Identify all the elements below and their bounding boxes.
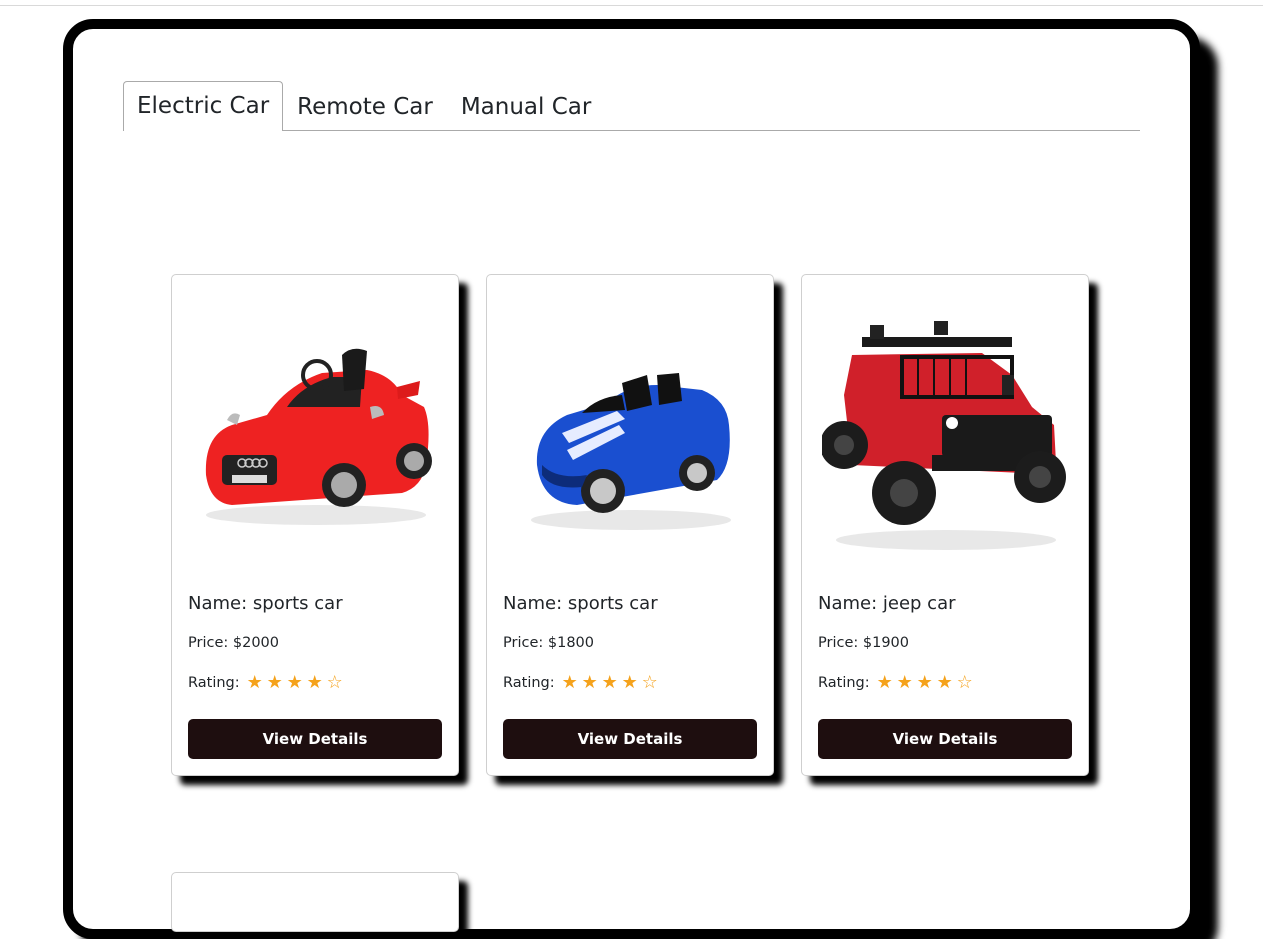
product-rating: Rating: ★ ★ ★ ★ ☆: [503, 674, 660, 692]
top-divider: [0, 5, 1263, 6]
product-price: Price: $1900: [818, 635, 909, 651]
red-audi-toy-car-image: [205, 348, 432, 525]
star-filled-icon: ★: [621, 672, 638, 693]
star-filled-icon: ★: [246, 672, 263, 693]
star-filled-icon: ★: [561, 672, 578, 693]
product-name: Name: sports car: [188, 593, 343, 614]
star-filled-icon: ★: [936, 672, 953, 693]
tab-manual-car[interactable]: Manual Car: [447, 82, 606, 130]
product-card: Name: sports car Price: $1800 Rating: ★ …: [486, 274, 774, 776]
product-card: Name: jeep car Price: $1900 Rating: ★ ★ …: [801, 274, 1089, 776]
tab-electric-car[interactable]: Electric Car: [123, 81, 284, 131]
rating-label: Rating:: [188, 675, 240, 691]
view-details-button[interactable]: View Details: [503, 719, 757, 759]
product-rating: Rating: ★ ★ ★ ★ ☆: [818, 674, 975, 692]
blue-sports-toy-car-image: [531, 373, 731, 530]
view-details-button[interactable]: View Details: [188, 719, 442, 759]
star-filled-icon: ★: [896, 672, 913, 693]
tab-remote-car[interactable]: Remote Car: [283, 82, 447, 130]
star-filled-icon: ★: [286, 672, 303, 693]
product-price: Price: $2000: [188, 635, 279, 651]
star-filled-icon: ★: [601, 672, 618, 693]
view-details-button[interactable]: View Details: [818, 719, 1072, 759]
star-filled-icon: ★: [581, 672, 598, 693]
product-card: Name: sports car Price: $2000 Rating: ★ …: [171, 274, 459, 776]
product-name: Name: sports car: [503, 593, 658, 614]
red-jeep-toy-car-image: [822, 321, 1066, 550]
star-filled-icon: ★: [916, 672, 933, 693]
star-empty-icon: ☆: [956, 672, 973, 693]
product-price: Price: $1800: [503, 635, 594, 651]
product-name: Name: jeep car: [818, 593, 956, 614]
rating-label: Rating:: [503, 675, 555, 691]
star-filled-icon: ★: [266, 672, 283, 693]
product-card-partial: [171, 872, 459, 932]
product-rating: Rating: ★ ★ ★ ★ ☆: [188, 674, 345, 692]
star-empty-icon: ☆: [641, 672, 658, 693]
category-tabs: Electric Car Remote Car Manual Car: [123, 81, 1140, 131]
star-empty-icon: ☆: [326, 672, 343, 693]
star-filled-icon: ★: [876, 672, 893, 693]
rating-label: Rating:: [818, 675, 870, 691]
star-filled-icon: ★: [306, 672, 323, 693]
content-frame: Electric Car Remote Car Manual Car Name:…: [63, 19, 1200, 939]
